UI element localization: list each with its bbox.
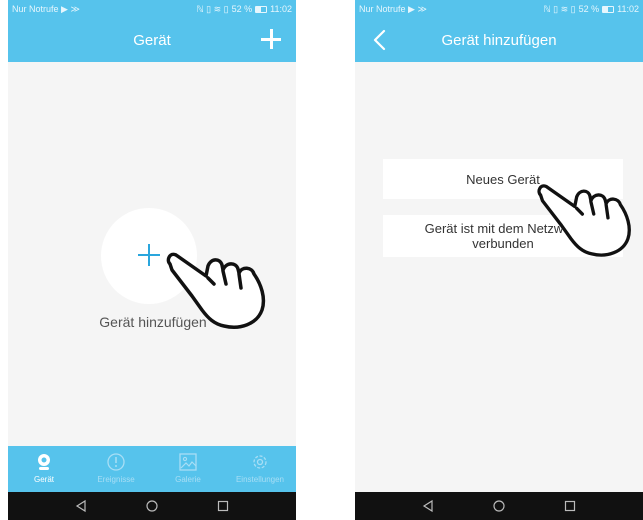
tab-device[interactable]: Gerät: [8, 446, 80, 492]
battery-text: 52 %: [231, 4, 253, 14]
gallery-icon: [179, 453, 197, 471]
tab-label: Einstellungen: [235, 475, 285, 484]
gear-icon: [253, 455, 267, 469]
battery-icon: [602, 5, 615, 13]
battery-text: 52 %: [578, 4, 600, 14]
clock: 11:02: [270, 4, 292, 14]
carrier-text: Nur Notrufe ▶ ≫: [12, 3, 80, 14]
add-device-button[interactable]: [101, 208, 197, 304]
carrier-text: Nur Notrufe ▶ ≫: [359, 3, 427, 14]
tab-label: Gerät: [33, 475, 54, 484]
option-label: Neues Gerät: [466, 171, 540, 187]
new-device-option[interactable]: Neues Gerät: [383, 159, 623, 199]
tab-gallery[interactable]: Galerie: [152, 446, 224, 492]
page-title: Gerät: [133, 31, 171, 49]
app-header: Gerät hinzufügen: [355, 18, 643, 62]
option-label-line2: verbunden: [472, 236, 534, 251]
back-triangle-icon[interactable]: [421, 499, 435, 513]
system-nav-bar: [355, 492, 643, 520]
page-title: Gerät hinzufügen: [441, 31, 557, 49]
back-chevron-icon[interactable]: [369, 28, 391, 52]
home-circle-icon[interactable]: [145, 499, 159, 513]
bottom-tab-bar: Gerät Ereignisse Galerie Einstellungen: [8, 446, 296, 492]
app-header: Gerät: [8, 18, 296, 62]
clock: 11:02: [617, 4, 639, 14]
option-label-line1: Gerät ist mit dem Netzwerk: [424, 221, 582, 236]
device-list-area: Gerät hinzufügen: [8, 62, 296, 446]
add-device-header-button[interactable]: [258, 26, 284, 52]
tab-settings[interactable]: Einstellungen: [224, 446, 296, 492]
phone-screen-devices: Nur Notrufe ▶ ≫ ℕ ▯ ≋ ▯ 52 % 11:02 Gerät…: [8, 0, 296, 520]
add-device-label: Gerät hinzufügen: [99, 314, 207, 330]
tab-label: Ereignisse: [97, 475, 135, 484]
status-bar: Nur Notrufe ▶ ≫ ℕ ▯ ≋ ▯ 52 % 11:02: [8, 0, 296, 18]
signal-icon: ℕ ▯ ≋ ▯: [196, 3, 229, 14]
signal-icon: ℕ ▯ ≋ ▯: [543, 3, 576, 14]
status-bar: Nur Notrufe ▶ ≫ ℕ ▯ ≋ ▯ 52 % 11:02: [355, 0, 643, 18]
network-connected-option[interactable]: Gerät ist mit dem Netzwerk verbunden: [383, 215, 623, 257]
tab-label: Galerie: [175, 475, 201, 484]
plus-icon: [138, 244, 160, 266]
camera-icon: [38, 454, 50, 470]
home-circle-icon[interactable]: [492, 499, 506, 513]
recents-square-icon[interactable]: [216, 499, 230, 513]
recents-square-icon[interactable]: [563, 499, 577, 513]
alert-icon: [107, 453, 125, 471]
add-device-options: Neues Gerät Gerät ist mit dem Netzwerk v…: [355, 62, 643, 492]
phone-screen-add-device: Nur Notrufe ▶ ≫ ℕ ▯ ≋ ▯ 52 % 11:02 Gerät…: [355, 0, 643, 520]
battery-icon: [255, 5, 268, 13]
back-triangle-icon[interactable]: [74, 499, 88, 513]
tab-events[interactable]: Ereignisse: [80, 446, 152, 492]
system-nav-bar: [8, 492, 296, 520]
